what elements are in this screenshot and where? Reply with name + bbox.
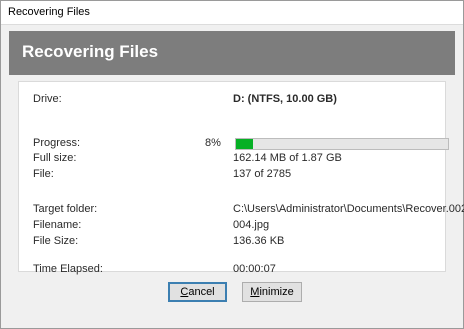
full-size-value: 162.14 MB of 1.87 GB [233, 152, 342, 164]
drive-row: Drive: D: (NTFS, 10.00 GB) [19, 93, 445, 107]
cancel-label-rest: ancel [188, 286, 215, 298]
minimize-button[interactable]: Minimize [242, 282, 302, 302]
filename-row: Filename: 004.jpg [19, 219, 445, 233]
time-elapsed-value: 00:00:07 [233, 263, 276, 275]
progress-bar-fill [236, 139, 253, 149]
file-size-row: File Size: 136.36 KB [19, 235, 445, 249]
cancel-button[interactable]: Cancel [168, 282, 227, 302]
details-panel: Drive: D: (NTFS, 10.00 GB) Progress: 8% … [18, 81, 464, 275]
target-folder-label: Target folder: [33, 203, 98, 215]
banner-title: Recovering Files [22, 42, 159, 61]
file-value: 137 of 2785 [233, 168, 292, 180]
header-banner: Recovering Files [9, 31, 455, 75]
time-remaining-row [18, 278, 446, 292]
full-size-row: Full size: 162.14 MB of 1.87 GB [19, 152, 445, 166]
file-size-value: 136.36 KB [233, 235, 285, 247]
drive-value: D: (NTFS, 10.00 GB) [233, 93, 337, 105]
progress-bar [235, 138, 449, 150]
minimize-label-rest: inimize [259, 286, 294, 298]
filename-value: 004.jpg [233, 219, 270, 231]
target-folder-row: Target folder: C:\Users\Administrator\Do… [19, 203, 464, 217]
filename-label: Filename: [33, 219, 82, 231]
progress-percent: 8% [205, 137, 221, 149]
window-title: Recovering Files [8, 6, 90, 18]
title-bar[interactable]: Recovering Files [1, 1, 463, 25]
progress-row: Progress: 8% [19, 137, 449, 151]
file-row: File: 137 of 2785 [19, 168, 445, 182]
time-elapsed-label: Time Elapsed: [33, 263, 103, 275]
progress-label: Progress: [33, 137, 81, 149]
full-size-label: Full size: [33, 152, 77, 164]
target-folder-value: C:\Users\Administrator\Documents\Recover… [233, 203, 464, 215]
time-elapsed-row: Time Elapsed: 00:00:07 [19, 263, 445, 277]
recovery-dialog: Recovering Files Recovering Files Drive:… [0, 0, 464, 329]
file-label: File: [33, 168, 54, 180]
drive-label: Drive: [33, 93, 62, 105]
file-size-label: File Size: [33, 235, 79, 247]
